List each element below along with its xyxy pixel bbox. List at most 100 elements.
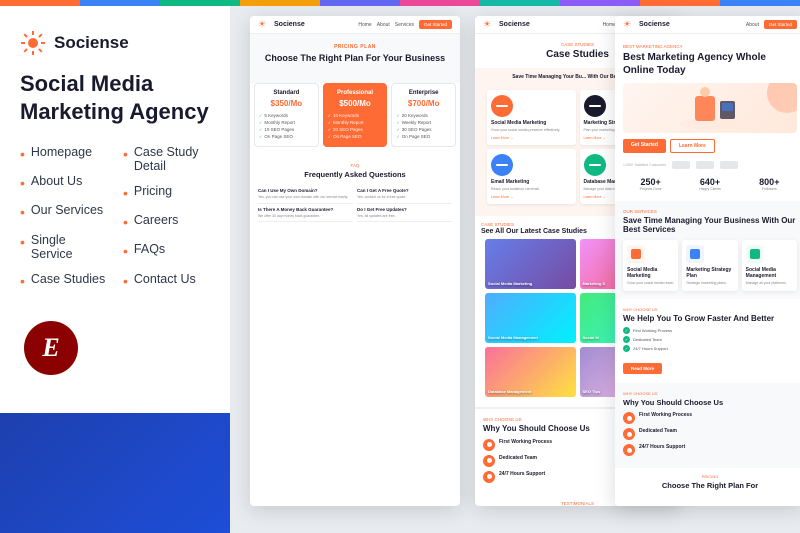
nav-col-left: Homepage About Us Our Services Single Se… <box>20 145 107 301</box>
faq-q-4: Do I Get Free Updates? <box>357 207 452 212</box>
mini-cta-right[interactable]: Get Started <box>764 20 797 29</box>
grow-check-inner-3: ✓ <box>625 346 628 351</box>
service-name-mgmt: Social Media Management <box>746 267 793 279</box>
smc-link-email[interactable]: Learn More → <box>491 195 572 199</box>
smc-icon-email <box>491 154 513 176</box>
service-icon-mgmt-inner <box>750 249 760 259</box>
feature-p1: 10 Keywords <box>328 112 383 119</box>
service-name-sm: Social Media Marketing <box>627 267 674 279</box>
faq-a-1: Yes, you can use your own domain with ou… <box>258 195 353 200</box>
mini-logo-text: Sociense <box>274 21 305 28</box>
trust-logo-3 <box>720 161 738 169</box>
cs-label-4: Social M <box>583 335 599 340</box>
why-fr-section: WHY CHOOSE US Why You Should Choose Us F… <box>615 383 800 468</box>
service-desc-mgmt: Manage all your platforms. <box>746 281 793 286</box>
nav-item-single-service[interactable]: Single Service <box>20 233 107 261</box>
pricing-label: PRICING PLAN <box>258 44 452 50</box>
why-icon-3 <box>483 471 495 483</box>
nav-item-careers[interactable]: Careers <box>123 213 210 231</box>
nav-item-services[interactable]: Our Services <box>20 203 107 221</box>
nav-item-case-study-detail[interactable]: Case Study Detail <box>123 145 210 173</box>
mini-logo-icon-right: ☀ <box>623 20 633 30</box>
cta-title: Choose The Right Plan For <box>623 481 797 490</box>
why-text-1: First Working Process <box>499 439 552 445</box>
feature-1: 5 Keywords <box>259 112 314 119</box>
grow-feature-text-2: Dedicated Team <box>633 337 662 342</box>
hero-btn-secondary[interactable]: Learn More <box>670 139 715 153</box>
smc-desc-email: Reach your audience via email. <box>491 187 572 192</box>
grow-section: WHY CHOOSE US We Help You To Grow Faster… <box>615 299 800 383</box>
why-fr-item-2: Dedicated Team <box>623 428 797 440</box>
stat-label-projects: Projects Done <box>623 187 678 191</box>
service-card-mgmt: Social Media Management Manage all your … <box>742 240 797 291</box>
grow-title: We Help You To Grow Faster And Better <box>623 314 797 323</box>
feature-2: Monthly Report <box>259 119 314 126</box>
logo-icon <box>20 30 46 56</box>
why-text-2: Dedicated Team <box>499 455 537 461</box>
pricing-teaser: PRICING Choose The Right Plan For <box>615 468 800 500</box>
nav-item-case-studies[interactable]: Case Studies <box>20 272 107 290</box>
feature-e3: 30 SEO Pages <box>396 126 451 133</box>
nav-item-faqs[interactable]: FAQs <box>123 242 210 260</box>
service-card-ms: Marketing Strategy Plan Strategic market… <box>682 240 737 291</box>
service-icon-mgmt <box>746 245 764 263</box>
grow-check-inner-1: ✓ <box>625 328 628 333</box>
feature-p2: Monthly Report <box>328 119 383 126</box>
nav-item-contact[interactable]: Contact Us <box>123 272 210 290</box>
cs-img-social: Social Media Marketing <box>485 239 576 289</box>
services-cards-right: Social Media Marketing Grow your social … <box>623 240 797 291</box>
nav-columns: Homepage About Us Our Services Single Se… <box>20 145 210 301</box>
plan-price-professional: $500/Mo <box>328 99 383 108</box>
stat-num-clients: 640+ <box>682 177 737 187</box>
smc-link-social[interactable]: Learn More → <box>491 136 572 140</box>
hero-btn-primary[interactable]: Get Started <box>623 139 666 153</box>
stats-row: 250+ Projects Done 640+ Happy Clients 80… <box>623 177 797 191</box>
smc-icon-inner-3 <box>496 164 508 166</box>
grow-feature-3: ✓ 24/7 Hours Support <box>623 345 797 352</box>
why-icon-2 <box>483 455 495 467</box>
trust-text: 1,000+ Satisfied Customers <box>623 163 666 167</box>
nav-item-about[interactable]: About Us <box>20 174 107 192</box>
mini-nav-services: Services <box>395 22 414 28</box>
sidebar-bottom-decoration <box>0 413 230 533</box>
cs-label-3: Social Media Management <box>488 335 538 340</box>
smc-title-social: Social Media Marketing <box>491 120 572 126</box>
grow-cta-button[interactable]: Read More <box>623 363 662 374</box>
plan-name-enterprise: Enterprise <box>396 90 451 96</box>
grow-label: WHY CHOOSE US <box>623 307 797 312</box>
mini-cta-btn[interactable]: Get Started <box>419 20 452 29</box>
service-card-sm: Social Media Marketing Grow your social … <box>623 240 678 291</box>
nav-item-pricing[interactable]: Pricing <box>123 184 210 202</box>
mini-link-home-mid: Home <box>603 22 616 28</box>
grow-check-3: ✓ <box>623 345 630 352</box>
plan-name-professional: Professional <box>328 90 383 96</box>
faq-label: FAQ <box>258 163 452 168</box>
faq-a-2: We offer 30 day money back guarantee. <box>258 214 353 219</box>
why-fr-text-1: First Working Process <box>639 412 692 418</box>
why-fr-label: WHY CHOOSE US <box>623 391 797 396</box>
smc-icon-inner-2 <box>589 105 601 107</box>
product-title: Social Media Marketing Agency <box>20 70 210 125</box>
service-name-ms: Marketing Strategy Plan <box>686 267 733 279</box>
faq-columns: Can I Use My Own Domain? Yes, you can us… <box>258 185 452 223</box>
grow-features: ✓ First Working Process ✓ Dedicated Team… <box>623 327 797 352</box>
cs-card-1: Social Media Marketing <box>485 239 576 289</box>
grow-check-2: ✓ <box>623 336 630 343</box>
service-icon-sm-inner <box>631 249 641 259</box>
nav-item-homepage[interactable]: Homepage <box>20 145 107 163</box>
pricing-cards: Standard $350/Mo 5 Keywords Monthly Repo… <box>250 83 460 155</box>
hero-tagline: BEST MARKETING AGENCY <box>623 44 797 49</box>
mini-link-right: About <box>746 22 759 28</box>
service-icon-ms <box>686 245 704 263</box>
faq-title: Frequently Asked Questions <box>258 170 452 179</box>
elementor-badge: E <box>24 321 78 375</box>
stat-label-clients: Happy Clients <box>682 187 737 191</box>
why-icon-1 <box>483 439 495 451</box>
elementor-logo: E <box>42 333 59 363</box>
feature-p4: On Page SEO <box>328 133 383 140</box>
grow-feature-2: ✓ Dedicated Team <box>623 336 797 343</box>
faq-item-4: Do I Get Free Updates? Yes, all updates … <box>357 204 452 223</box>
feature-3: 10 SEO Pages <box>259 126 314 133</box>
why-icon-inner-2 <box>487 458 492 463</box>
why-fr-icon-3 <box>623 444 635 456</box>
